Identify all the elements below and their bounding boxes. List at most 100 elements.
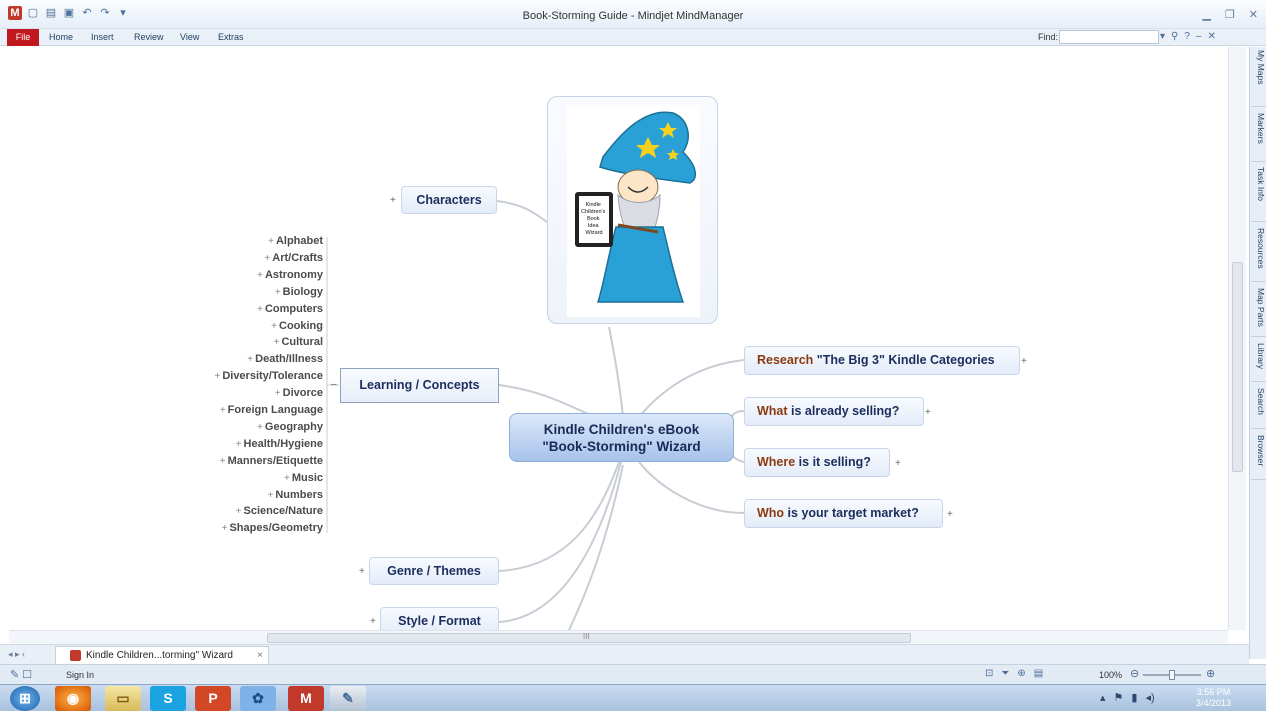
side-tab-map-parts[interactable]: Map Parts bbox=[1251, 285, 1266, 337]
document-tab-close-icon[interactable]: × bbox=[257, 647, 263, 664]
subtopic-item[interactable]: + Divorce bbox=[275, 387, 323, 399]
expand-subtopic-icon[interactable]: + bbox=[214, 371, 220, 382]
tab-review[interactable]: Review bbox=[134, 32, 164, 42]
subtopic-item[interactable]: + Geography bbox=[257, 421, 323, 433]
zoom-out-icon[interactable]: ⊖ bbox=[1130, 667, 1139, 680]
expand-genre-icon[interactable]: + bbox=[359, 566, 365, 577]
subtopic-item[interactable]: + Manners/Etiquette bbox=[220, 455, 323, 467]
expand-research-icon[interactable]: + bbox=[1021, 356, 1027, 367]
expand-subtopic-icon[interactable]: + bbox=[257, 304, 263, 315]
expand-subtopic-icon[interactable]: + bbox=[247, 354, 253, 365]
tab-file[interactable]: File bbox=[7, 29, 39, 46]
topic-what-selling[interactable]: What is already selling? bbox=[744, 397, 924, 426]
expand-subtopic-icon[interactable]: + bbox=[222, 523, 228, 534]
horizontal-scroll-thumb[interactable]: III bbox=[267, 632, 911, 643]
subtopic-item[interactable]: + Music bbox=[284, 472, 323, 484]
expand-what-icon[interactable]: + bbox=[925, 407, 931, 418]
help-icon[interactable]: ? bbox=[1184, 31, 1190, 42]
settings-app-icon[interactable]: ✿ bbox=[240, 686, 276, 711]
expand-subtopic-icon[interactable]: + bbox=[257, 422, 263, 433]
map-canvas[interactable]: Kindle Children's Book Idea Wizard + Cha… bbox=[9, 47, 1228, 630]
network-icon[interactable]: ▮ bbox=[1131, 691, 1137, 704]
topic-where-selling[interactable]: Where is it selling? bbox=[744, 448, 890, 477]
pen-icon[interactable]: ✎ ☐ bbox=[10, 668, 32, 681]
expand-subtopic-icon[interactable]: + bbox=[220, 456, 226, 467]
subtopic-item[interactable]: + Health/Hygiene bbox=[236, 438, 323, 450]
side-tab-resources[interactable]: Resources bbox=[1251, 225, 1266, 282]
firefox-icon[interactable]: ◉ bbox=[55, 686, 91, 711]
find-input[interactable] bbox=[1059, 30, 1159, 44]
flag-icon[interactable]: ⚑ bbox=[1114, 691, 1124, 704]
topic-learning-concepts[interactable]: Learning / Concepts bbox=[340, 368, 499, 403]
subtopic-item[interactable]: + Diversity/Tolerance bbox=[214, 370, 323, 382]
expand-subtopic-icon[interactable]: + bbox=[264, 253, 270, 264]
document-tab[interactable]: Kindle Children...torming" Wizard × bbox=[55, 646, 269, 664]
collapse-learning-icon[interactable]: – bbox=[331, 379, 337, 390]
expand-who-icon[interactable]: + bbox=[947, 509, 953, 520]
subtopic-item[interactable]: + Cooking bbox=[271, 320, 323, 332]
expand-subtopic-icon[interactable]: + bbox=[284, 473, 290, 484]
topic-genre-themes[interactable]: Genre / Themes bbox=[369, 557, 499, 585]
expand-subtopic-icon[interactable]: + bbox=[267, 490, 273, 501]
subtopic-item[interactable]: + Shapes/Geometry bbox=[222, 522, 323, 534]
expand-subtopic-icon[interactable]: + bbox=[271, 321, 277, 332]
side-tab-search[interactable]: Search bbox=[1251, 385, 1266, 429]
expand-style-icon[interactable]: + bbox=[370, 616, 376, 627]
subtopic-item[interactable]: + Computers bbox=[257, 303, 323, 315]
expand-characters-icon[interactable]: + bbox=[390, 195, 396, 206]
subtopic-item[interactable]: + Astronomy bbox=[257, 269, 323, 281]
mindjet-icon[interactable]: M bbox=[288, 686, 324, 711]
subtopic-item[interactable]: + Art/Crafts bbox=[264, 252, 323, 264]
vertical-scroll-thumb[interactable] bbox=[1232, 262, 1243, 472]
view-mode-icon[interactable]: ▤ bbox=[1034, 668, 1043, 679]
side-tab-my-maps[interactable]: My Maps bbox=[1251, 47, 1266, 107]
minimize-icon[interactable]: ▁ bbox=[1202, 8, 1210, 21]
subtopic-item[interactable]: + Science/Nature bbox=[236, 505, 323, 517]
volume-icon[interactable]: ◂) bbox=[1145, 691, 1154, 704]
subtopic-item[interactable]: + Alphabet bbox=[268, 235, 323, 247]
side-tab-browser[interactable]: Browser bbox=[1251, 432, 1266, 480]
tab-extras[interactable]: Extras bbox=[218, 32, 244, 42]
powerpoint-icon[interactable]: P bbox=[195, 686, 231, 711]
tab-nav-arrows-icon[interactable]: ◂ ▸ ‹ bbox=[8, 649, 25, 660]
clock[interactable]: 3:56 PM 3/4/2013 bbox=[1196, 687, 1231, 709]
layout-icon[interactable]: ⊕ bbox=[1017, 668, 1025, 679]
vertical-scrollbar[interactable] bbox=[1228, 47, 1246, 630]
zoom-in-icon[interactable]: ⊕ bbox=[1206, 667, 1215, 680]
tab-insert[interactable]: Insert bbox=[91, 32, 114, 42]
sign-in-link[interactable]: Sign In bbox=[66, 670, 94, 680]
horizontal-scrollbar[interactable]: III bbox=[9, 630, 1228, 644]
find-dropdown-icon[interactable]: ▾ bbox=[1160, 31, 1165, 42]
binoculars-icon[interactable]: ⚲ bbox=[1171, 31, 1178, 42]
topic-research[interactable]: Research "The Big 3" Kindle Categories bbox=[744, 346, 1020, 375]
ribbon-minimize-icon[interactable]: – bbox=[1196, 31, 1202, 42]
skype-icon[interactable]: S bbox=[150, 686, 186, 711]
fit-map-icon[interactable]: ⊡ bbox=[985, 668, 993, 679]
restore-icon[interactable]: ❐ bbox=[1225, 8, 1235, 21]
filter-icon[interactable]: ⏷ bbox=[1001, 668, 1009, 679]
ribbon-close-icon[interactable]: ✕ bbox=[1207, 31, 1215, 42]
subtopic-item[interactable]: + Cultural bbox=[274, 336, 323, 348]
subtopic-item[interactable]: + Foreign Language bbox=[220, 404, 323, 416]
tray-expand-icon[interactable]: ▴ bbox=[1100, 691, 1106, 704]
topic-characters[interactable]: Characters bbox=[401, 186, 497, 214]
subtopic-item[interactable]: + Numbers bbox=[267, 489, 323, 501]
expand-subtopic-icon[interactable]: + bbox=[274, 337, 280, 348]
expand-subtopic-icon[interactable]: + bbox=[257, 270, 263, 281]
expand-subtopic-icon[interactable]: + bbox=[220, 405, 226, 416]
tab-view[interactable]: View bbox=[180, 32, 199, 42]
notepad-icon[interactable]: ✎ bbox=[330, 686, 366, 711]
subtopic-item[interactable]: + Death/Illness bbox=[247, 353, 323, 365]
expand-subtopic-icon[interactable]: + bbox=[236, 506, 242, 517]
expand-subtopic-icon[interactable]: + bbox=[275, 287, 281, 298]
topic-style-format[interactable]: Style / Format bbox=[380, 607, 499, 630]
central-topic[interactable]: Kindle Children's eBook "Book-Storming" … bbox=[509, 413, 734, 462]
expand-subtopic-icon[interactable]: + bbox=[268, 236, 274, 247]
side-tab-markers[interactable]: Markers bbox=[1251, 110, 1266, 162]
zoom-slider-knob[interactable] bbox=[1169, 670, 1175, 680]
wizard-image-frame[interactable]: Kindle Children's Book Idea Wizard bbox=[547, 96, 718, 324]
start-button[interactable]: ⊞ bbox=[10, 686, 40, 711]
topic-who-market[interactable]: Who is your target market? bbox=[744, 499, 943, 528]
explorer-icon[interactable]: ▭ bbox=[105, 686, 141, 711]
expand-subtopic-icon[interactable]: + bbox=[275, 388, 281, 399]
